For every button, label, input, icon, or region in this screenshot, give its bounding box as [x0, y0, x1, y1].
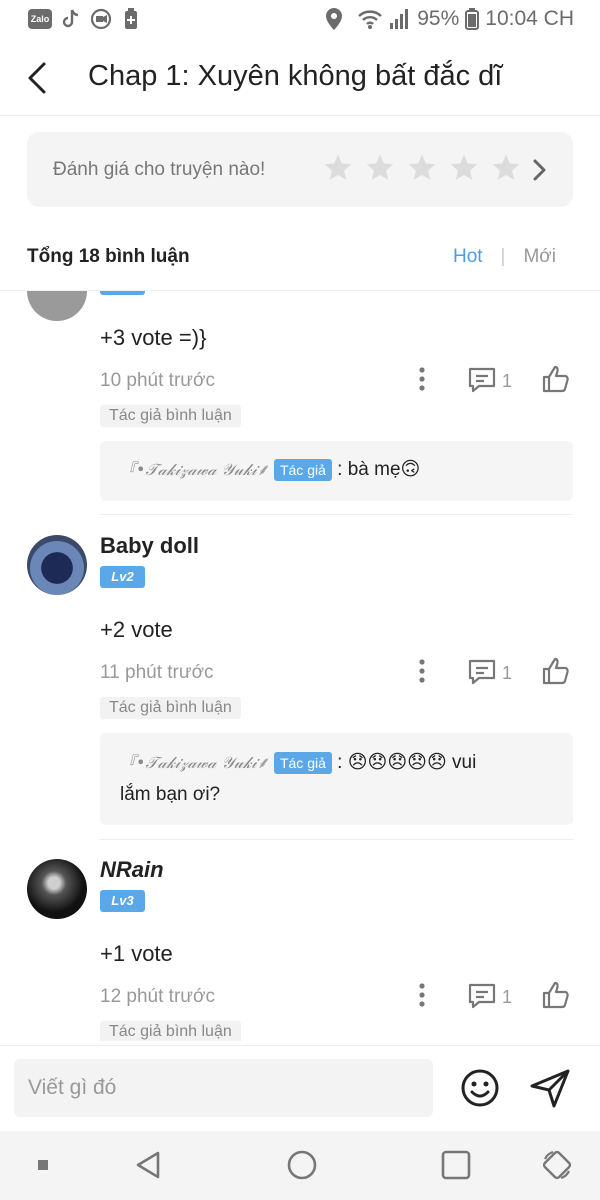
star-icon[interactable] [448, 151, 480, 185]
comment-text: +2 vote [100, 617, 173, 642]
signal-icon [390, 9, 409, 29]
reply-icon[interactable] [467, 366, 497, 394]
star-icon[interactable] [322, 151, 354, 185]
comment-text: +3 vote =)} [100, 325, 207, 350]
clock: 10:04 CH [485, 7, 574, 30]
reply-count: 1 [502, 987, 513, 1007]
like-icon[interactable] [540, 363, 572, 395]
author-comment-tag: Tác giả bình luận [100, 1021, 241, 1041]
reply-text: : bà mẹ🙃 [337, 459, 421, 480]
comment-text: +1 vote [100, 941, 173, 966]
rating-box[interactable]: Đánh giá cho truyện nào! [27, 132, 573, 207]
nav-back-icon[interactable] [132, 1149, 164, 1181]
avatar[interactable] [27, 535, 87, 595]
level-badge: Lv3 [100, 890, 145, 912]
camera-record-icon [90, 8, 112, 30]
chevron-right-icon[interactable] [529, 156, 549, 184]
star-icon[interactable] [406, 151, 438, 185]
back-arrow-icon [28, 62, 46, 94]
system-nav-bar [0, 1131, 600, 1200]
author-comment-tag: Tác giả bình luận [100, 405, 241, 427]
tab-separator: | [500, 246, 506, 267]
status-bar-left: Zalo [28, 8, 142, 30]
more-options-icon[interactable] [414, 658, 430, 684]
battery-saver-icon [120, 8, 142, 30]
reply-count: 1 [502, 663, 513, 683]
tab-hot[interactable]: Hot [453, 246, 483, 268]
author-reply[interactable]: 『•𝒯𝒶𝓀𝒾𝓏𝒶𝓌𝒶 𝒴𝓊𝓀𝒾⸙ Tác giả : bà mẹ🙃 [100, 441, 573, 501]
reply-icon[interactable] [467, 982, 497, 1010]
back-button[interactable] [20, 58, 56, 98]
menu-dot-icon[interactable] [37, 1159, 49, 1171]
reply-icon[interactable] [467, 658, 497, 686]
page-title: Chap 1: Xuyên không bất đắc dĩ [88, 60, 503, 92]
sort-tabs: Hot | Mới [453, 246, 556, 268]
battery-icon [465, 8, 480, 30]
send-icon[interactable] [528, 1066, 572, 1110]
emoji-icon[interactable] [460, 1068, 500, 1108]
rotate-screen-icon[interactable] [541, 1149, 573, 1181]
comment-input-bar [0, 1045, 600, 1131]
reply-count: 1 [502, 371, 513, 391]
rating-prompt: Đánh giá cho truyện nào! [53, 159, 266, 180]
nav-recents-icon[interactable] [440, 1149, 472, 1181]
level-badge [100, 291, 145, 295]
nav-home-icon[interactable] [286, 1149, 318, 1181]
location-icon [326, 8, 343, 30]
star-icon[interactable] [490, 151, 522, 185]
tab-new[interactable]: Mới [523, 246, 556, 268]
username[interactable]: NRain [100, 857, 164, 883]
reply-author: 『•𝒯𝒶𝓀𝒾𝓏𝒶𝓌𝒶 𝒴𝓊𝓀𝒾⸙ [120, 460, 269, 479]
comment-time: 10 phút trước [100, 370, 215, 391]
author-comment-tag: Tác giả bình luận [100, 697, 241, 719]
author-badge: Tác giả [273, 458, 332, 481]
comment-input[interactable] [14, 1059, 433, 1117]
star-icon[interactable] [364, 151, 396, 185]
wifi-icon [358, 10, 383, 29]
divider [100, 514, 573, 515]
username[interactable]: Baby doll [100, 533, 199, 559]
more-options-icon[interactable] [414, 982, 430, 1008]
avatar[interactable] [27, 291, 87, 321]
author-reply[interactable]: 『•𝒯𝒶𝓀𝒾𝓏𝒶𝓌𝒶 𝒴𝓊𝓀𝒾⸙ Tác giả : 😞😞😞😞😞 vui lắm… [100, 733, 573, 825]
zalo-icon: Zalo [28, 9, 52, 29]
comment-list[interactable]: +3 vote =)} 10 phút trước 1 Tác giả bình… [0, 291, 600, 1041]
status-bar: Zalo 95% 10:04 CH [0, 0, 600, 40]
like-icon[interactable] [540, 655, 572, 687]
reply-author: 『•𝒯𝒶𝓀𝒾𝓏𝒶𝓌𝒶 𝒴𝓊𝓀𝒾⸙ [120, 753, 269, 772]
comment-total: Tổng 18 bình luận [27, 246, 190, 267]
status-bar-right: 95% 10:04 CH [325, 7, 574, 31]
reply-text: lắm bạn ơi? [120, 784, 221, 805]
rating-stars [322, 151, 522, 185]
reply-text: : 😞😞😞😞😞 vui [337, 752, 477, 773]
tiktok-icon [60, 8, 82, 30]
divider [100, 839, 573, 840]
comment-time: 11 phút trước [100, 662, 214, 683]
avatar[interactable] [27, 859, 87, 919]
author-badge: Tác giả [273, 751, 332, 774]
app-header: Chap 1: Xuyên không bất đắc dĩ [0, 40, 600, 116]
comment-time: 12 phút trước [100, 986, 215, 1007]
level-badge: Lv2 [100, 566, 145, 588]
more-options-icon[interactable] [414, 366, 430, 392]
like-icon[interactable] [540, 979, 572, 1011]
battery-percent: 95% [417, 7, 460, 30]
